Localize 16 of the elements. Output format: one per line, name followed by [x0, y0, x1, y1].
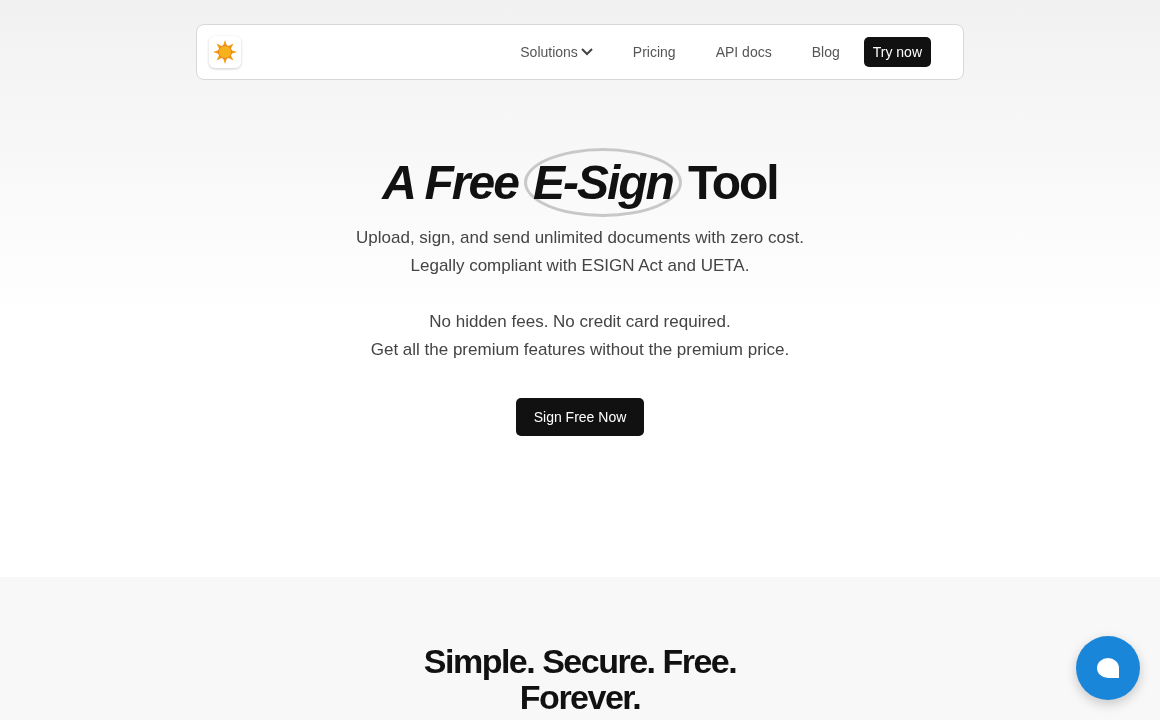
hero-subtitle: No hidden fees. No credit card required.: [428, 311, 732, 333]
try-now-button[interactable]: Try now: [863, 37, 931, 67]
nav-link[interactable]: Blog: [811, 44, 840, 60]
hero-title: A Free: [382, 154, 518, 210]
hero-subtitle: Legally compliant with ESIGN Act and UETA.: [409, 255, 751, 277]
nav-link[interactable]: API docs: [715, 44, 772, 60]
hero-subtitle: Upload, sign, and send unlimited documents with zero cost.: [356, 227, 804, 249]
hero-title: Tool: [687, 154, 778, 210]
circled-title-word: E-Sign: [523, 147, 682, 217]
section-heading: Simple. Secure. Free. Forever.: [422, 643, 738, 718]
nav-link[interactable]: Solutions: [520, 44, 593, 60]
hero-subtitle: Get all the premium features without the premium price.: [369, 339, 791, 361]
chat-bubble-icon: [1096, 657, 1120, 679]
sun-icon: [213, 40, 237, 64]
nav-link[interactable]: Pricing: [632, 44, 676, 60]
sign-free-button[interactable]: Sign Free Now: [515, 398, 645, 436]
